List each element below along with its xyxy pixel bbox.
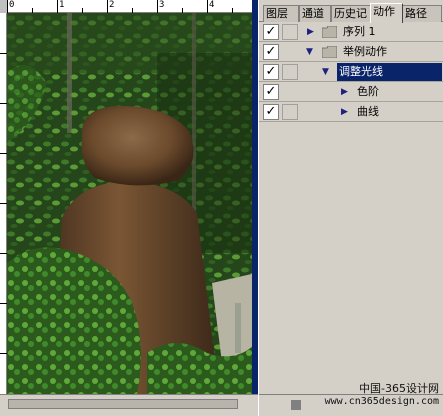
ruler-label: 1: [59, 0, 65, 10]
action-step-row[interactable]: ✓ ▶ 色阶: [259, 82, 443, 102]
tab-label: 通道: [302, 7, 324, 20]
watermark-title: 中国-365设计网: [359, 382, 439, 395]
toggle-dialog-box[interactable]: [282, 64, 298, 80]
toggle-item-checkbox[interactable]: ✓: [263, 84, 279, 100]
action-set-row[interactable]: ✓ ▶ 序列 1: [259, 22, 443, 42]
document-canvas-area: 0 1 2 3 4: [0, 0, 258, 416]
toggle-item-checkbox[interactable]: ✓: [263, 104, 279, 120]
horizontal-scrollbar[interactable]: [0, 394, 258, 416]
tab-history[interactable]: 历史记: [331, 5, 371, 22]
tab-label: 历史记: [334, 7, 367, 20]
collapse-triangle-icon[interactable]: ▼: [306, 42, 313, 62]
expand-triangle-icon[interactable]: ▶: [307, 22, 314, 42]
tab-actions[interactable]: 动作: [370, 3, 403, 23]
photo-image: [7, 13, 256, 394]
folder-icon: [322, 26, 337, 38]
actions-palette: 图层 通道 历史记 动作 路径 ✓ ▶ 序列 1 ✓ ▼ 举例动作 ✓ ▼ 调整…: [258, 0, 443, 416]
tab-paths[interactable]: 路径: [402, 5, 442, 22]
expand-triangle-icon[interactable]: ▶: [341, 82, 348, 102]
ruler-label: 4: [209, 0, 215, 10]
vertical-ruler[interactable]: [0, 13, 7, 403]
scrollbar-thumb[interactable]: [8, 399, 238, 409]
action-label: 序列 1: [343, 25, 376, 38]
toggle-item-checkbox[interactable]: ✓: [263, 44, 279, 60]
tab-label: 路径: [405, 7, 427, 20]
ruler-label: 2: [109, 0, 115, 10]
action-list-empty-area: [259, 144, 443, 416]
action-step-row[interactable]: ✓ ▶ 曲线: [259, 102, 443, 122]
horizontal-ruler[interactable]: 0 1 2 3 4: [7, 0, 258, 13]
toggle-item-checkbox[interactable]: ✓: [263, 64, 279, 80]
ruler-label: 3: [159, 0, 165, 10]
toggle-item-checkbox[interactable]: ✓: [263, 24, 279, 40]
collapse-triangle-icon[interactable]: ▼: [322, 62, 329, 82]
ruler-label: 0: [9, 0, 15, 10]
toggle-dialog-box[interactable]: [282, 104, 298, 120]
action-label: 举例动作: [343, 45, 387, 58]
watermark-url: www.cn365design.com: [324, 396, 439, 407]
action-list: ✓ ▶ 序列 1 ✓ ▼ 举例动作 ✓ ▼ 调整光线 ✓ ▶ 色阶 ✓ ▶ 曲线: [259, 22, 443, 416]
palette-tabbar: 图层 通道 历史记 动作 路径: [259, 3, 443, 23]
tab-label: 图层: [266, 7, 288, 20]
expand-triangle-icon[interactable]: ▶: [341, 102, 348, 122]
tab-channels[interactable]: 通道: [299, 5, 331, 22]
action-row[interactable]: ✓ ▼ 调整光线: [259, 62, 443, 82]
watermark: 中国-365设计网 www.cn365design.com: [325, 382, 439, 408]
folder-icon: [322, 46, 337, 58]
action-label: 色阶: [357, 85, 379, 98]
toggle-dialog-box[interactable]: [282, 24, 298, 40]
tab-label: 动作: [373, 5, 395, 18]
action-label: 调整光线: [339, 65, 383, 78]
tab-layers[interactable]: 图层: [263, 5, 299, 22]
action-set-row[interactable]: ✓ ▼ 举例动作: [259, 42, 443, 62]
action-label: 曲线: [357, 105, 379, 118]
stop-button[interactable]: [291, 400, 301, 410]
photo-rock-garden[interactable]: [7, 13, 256, 394]
